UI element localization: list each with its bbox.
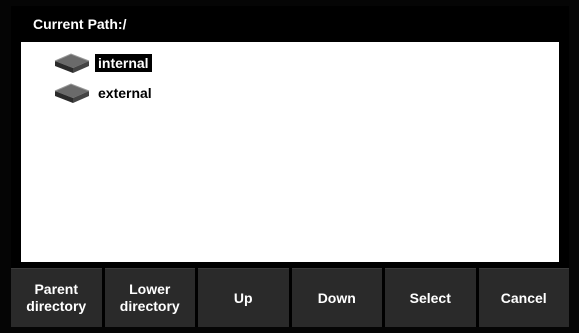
list-item-internal[interactable]: internal [53,52,152,74]
parent-directory-button[interactable]: Parent directory [11,268,102,327]
down-button[interactable]: Down [291,268,382,327]
current-path-bar: Current Path: / [11,6,569,42]
drive-icon [54,53,90,73]
select-button[interactable]: Select [385,268,476,327]
list-item-external[interactable]: external [53,82,155,104]
path-key: Path: [87,16,123,32]
path-label: Current [33,16,84,32]
up-button[interactable]: Up [198,268,289,327]
item-label-external: external [98,85,152,101]
lower-directory-button[interactable]: Lower directory [104,268,195,327]
cancel-button[interactable]: Cancel [478,268,569,327]
softkey-bar: Parent directory Lower directory Up Down… [11,268,569,327]
drive-icon [54,83,90,103]
file-list: internal external [21,42,559,262]
path-value: / [122,16,127,32]
file-browser-screen: Current Path: / internal external Parent d… [11,6,569,327]
item-label-internal: internal [95,54,152,72]
